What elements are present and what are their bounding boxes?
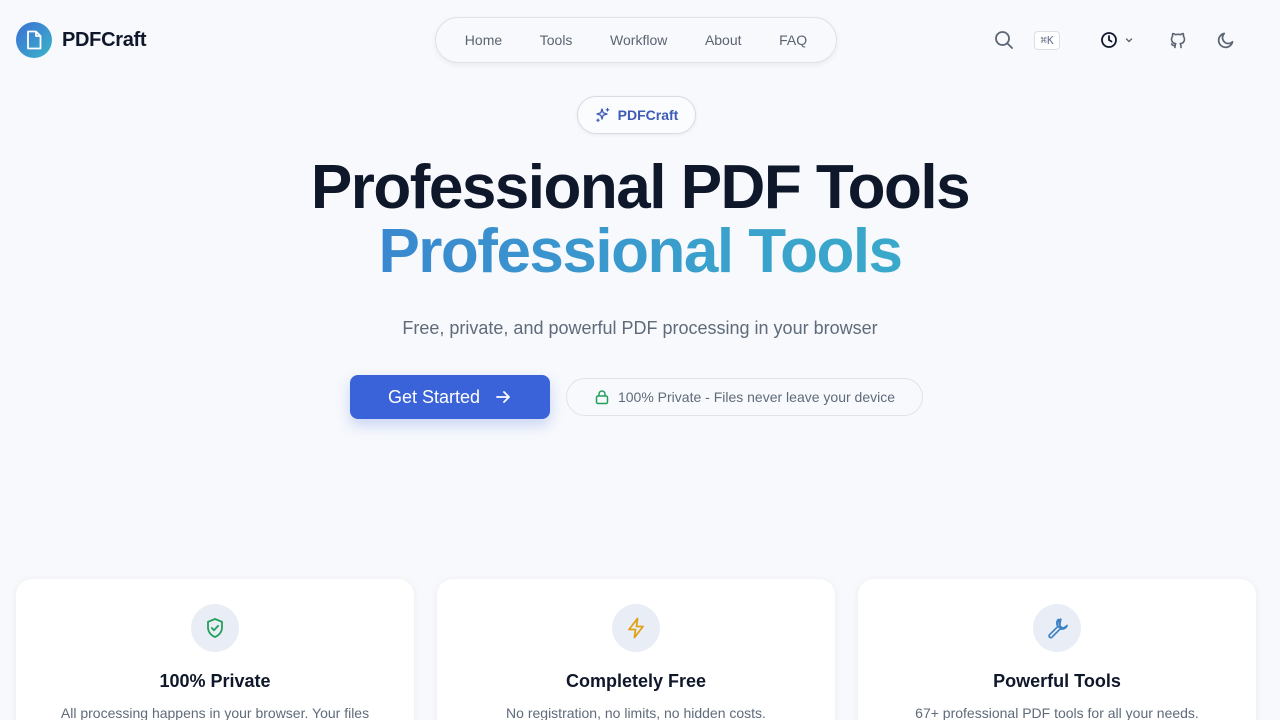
github-icon xyxy=(1170,32,1186,49)
theme-toggle[interactable] xyxy=(1212,26,1240,54)
clock-icon xyxy=(1101,32,1117,48)
get-started-label: Get Started xyxy=(387,386,481,407)
hero-subtitle: Free, private, and powerful PDF processi… xyxy=(402,318,878,338)
history-dropdown[interactable] xyxy=(1094,26,1140,54)
github-link[interactable] xyxy=(1164,26,1192,54)
search-icon xyxy=(995,31,1013,49)
nav-item-about[interactable]: About xyxy=(697,26,750,54)
sparkles-icon xyxy=(595,107,610,123)
brand-name: PDFCraft xyxy=(62,28,147,51)
nav-item-home[interactable]: Home xyxy=(457,26,510,54)
feature-description: All processing happens in your browser. … xyxy=(60,705,370,720)
brand[interactable]: PDFCraft xyxy=(16,22,147,58)
nav-item-faq[interactable]: FAQ xyxy=(771,26,815,54)
wrench-icon xyxy=(1033,604,1081,652)
nav-item-workflow[interactable]: Workflow xyxy=(602,26,675,54)
feature-card-free: Completely Free No registration, no limi… xyxy=(437,579,835,720)
nav-item-tools[interactable]: Tools xyxy=(532,26,581,54)
feature-title: Completely Free xyxy=(565,671,707,691)
search-button[interactable] xyxy=(990,26,1018,54)
feature-description: 67+ professional PDF tools for all your … xyxy=(915,705,1199,720)
moon-icon xyxy=(1217,32,1234,49)
feature-description: No registration, no limits, no hidden co… xyxy=(506,705,766,720)
feature-title: 100% Private xyxy=(159,671,271,691)
document-icon xyxy=(16,22,52,58)
feature-card-private: 100% Private All processing happens in y… xyxy=(16,579,414,720)
hero-badge-label: PDFCraft xyxy=(617,107,679,123)
hero-title-gradient: Professional Tools xyxy=(0,220,1280,284)
header: PDFCraft Home Tools Workflow About FAQ ⌘… xyxy=(0,0,1280,80)
get-started-button[interactable]: Get Started xyxy=(350,375,550,419)
chevron-down-icon xyxy=(1125,38,1133,43)
privacy-badge-label: 100% Private - Files never leave your de… xyxy=(617,389,896,405)
main-nav: Home Tools Workflow About FAQ xyxy=(435,17,837,63)
privacy-badge: 100% Private - Files never leave your de… xyxy=(566,378,923,416)
arrow-right-icon xyxy=(496,391,510,403)
lock-icon xyxy=(595,390,609,405)
shield-check-icon xyxy=(191,604,239,652)
hero-badge: PDFCraft xyxy=(577,96,696,134)
feature-title: Powerful Tools xyxy=(993,671,1121,691)
shortcut-badge: ⌘K xyxy=(1034,30,1060,50)
search-shortcut-hint[interactable]: ⌘K xyxy=(1030,29,1064,51)
hero-title: Professional PDF Tools xyxy=(310,153,971,222)
lightning-icon xyxy=(612,604,660,652)
feature-card-tools: Powerful Tools 67+ professional PDF tool… xyxy=(858,579,1256,720)
